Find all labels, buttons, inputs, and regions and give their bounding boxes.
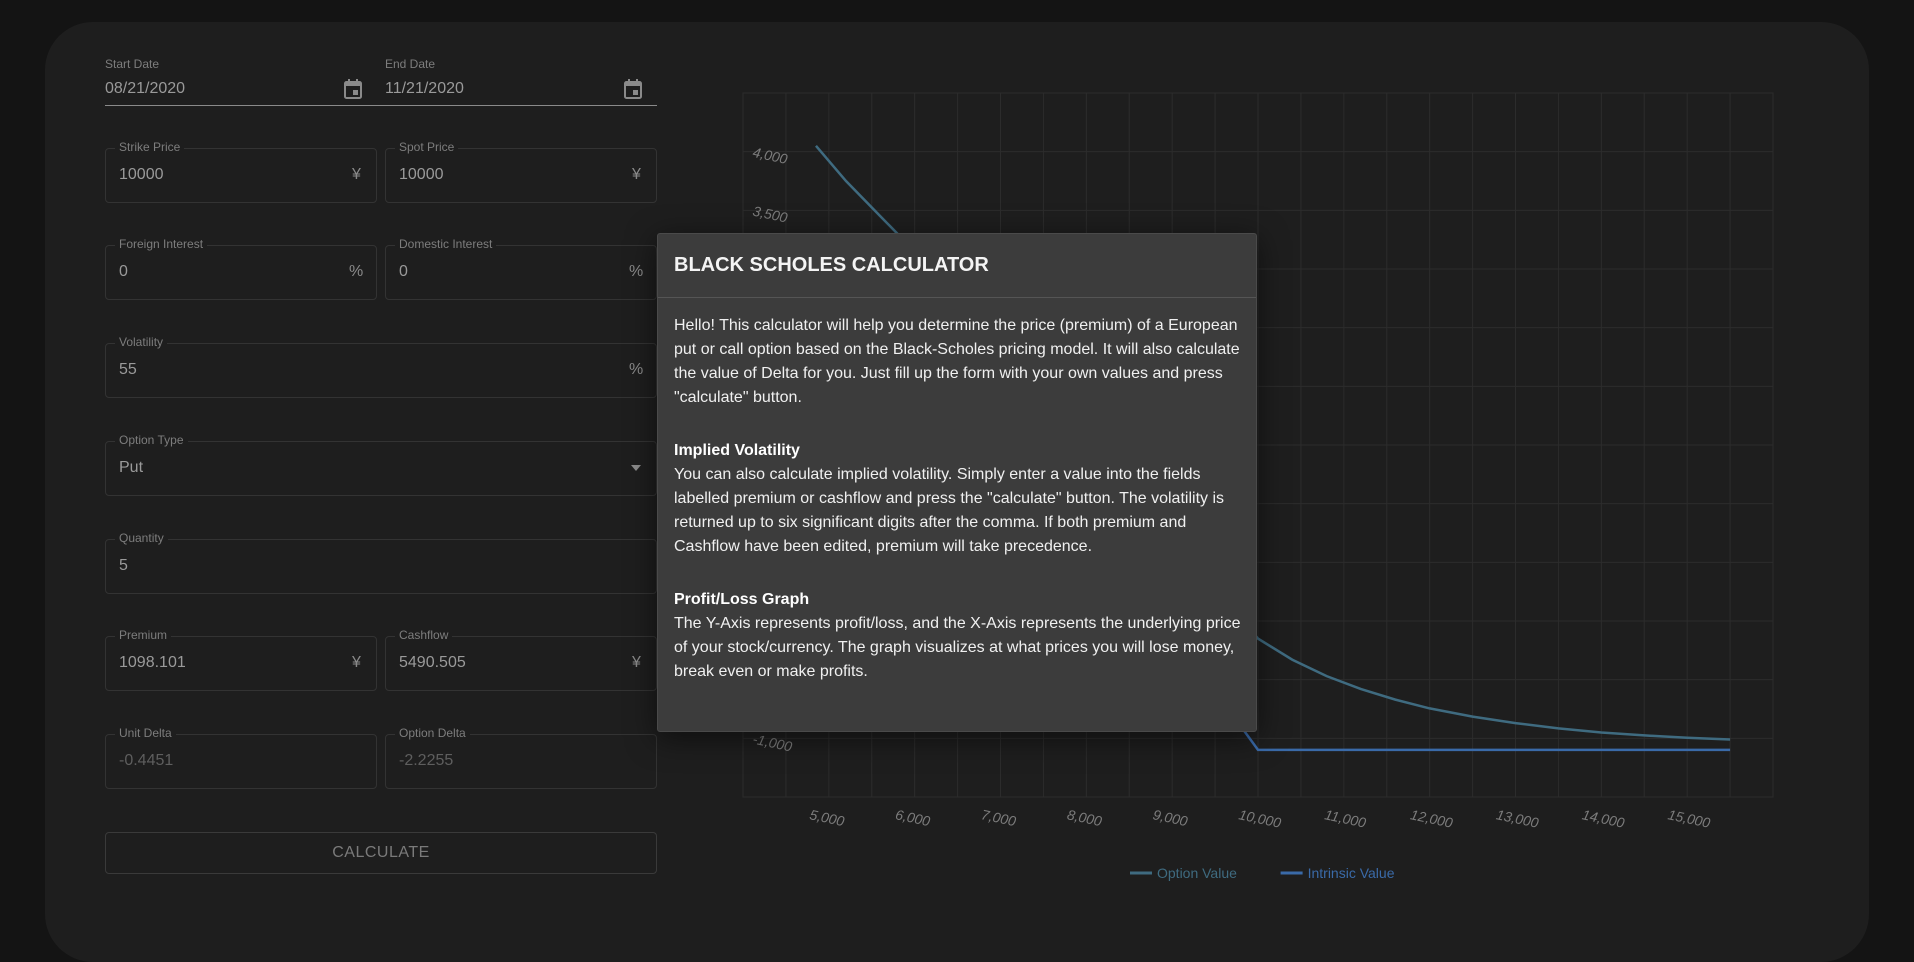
info-dialog[interactable]: BLACK SCHOLES CALCULATOR Hello! This cal…	[657, 233, 1257, 732]
x-tick-label: 11,000	[1323, 806, 1367, 830]
implied-volatility-paragraph: You can also calculate implied volatilit…	[674, 466, 1225, 555]
x-tick-label: 14,000	[1581, 806, 1626, 831]
x-tick-label: 10,000	[1237, 806, 1282, 831]
dialog-body: Hello! This calculator will help you det…	[674, 314, 1244, 684]
implied-volatility-heading: Implied Volatility	[674, 442, 800, 459]
y-tick-label: -1,000	[751, 731, 793, 755]
x-tick-label: 15,000	[1667, 806, 1712, 831]
x-tick-label: 12,000	[1409, 806, 1454, 831]
x-tick-label: 9,000	[1152, 806, 1190, 829]
x-tick-label: 8,000	[1066, 806, 1104, 829]
legend-label: Intrinsic Value	[1308, 865, 1395, 881]
x-tick-label: 5,000	[808, 806, 846, 829]
y-tick-label: 4,000	[751, 144, 789, 167]
dialog-title: BLACK SCHOLES CALCULATOR	[674, 254, 989, 276]
chart-legend: Option Value Intrinsic Value	[1130, 865, 1395, 881]
intro-paragraph: Hello! This calculator will help you det…	[674, 317, 1240, 406]
profit-loss-paragraph: The Y-Axis represents profit/loss, and t…	[674, 615, 1241, 680]
profit-loss-heading: Profit/Loss Graph	[674, 591, 810, 608]
x-tick-label: 6,000	[894, 806, 932, 829]
dialog-divider	[658, 297, 1256, 298]
y-tick-label: 3,500	[751, 203, 789, 226]
legend-label: Option Value	[1157, 865, 1237, 881]
x-axis-ticks: 5,000 6,000 7,000 8,000 9,000 10,000 11,000 12,…	[808, 806, 1712, 831]
x-tick-label: 13,000	[1495, 806, 1540, 831]
x-tick-label: 7,000	[980, 806, 1018, 829]
